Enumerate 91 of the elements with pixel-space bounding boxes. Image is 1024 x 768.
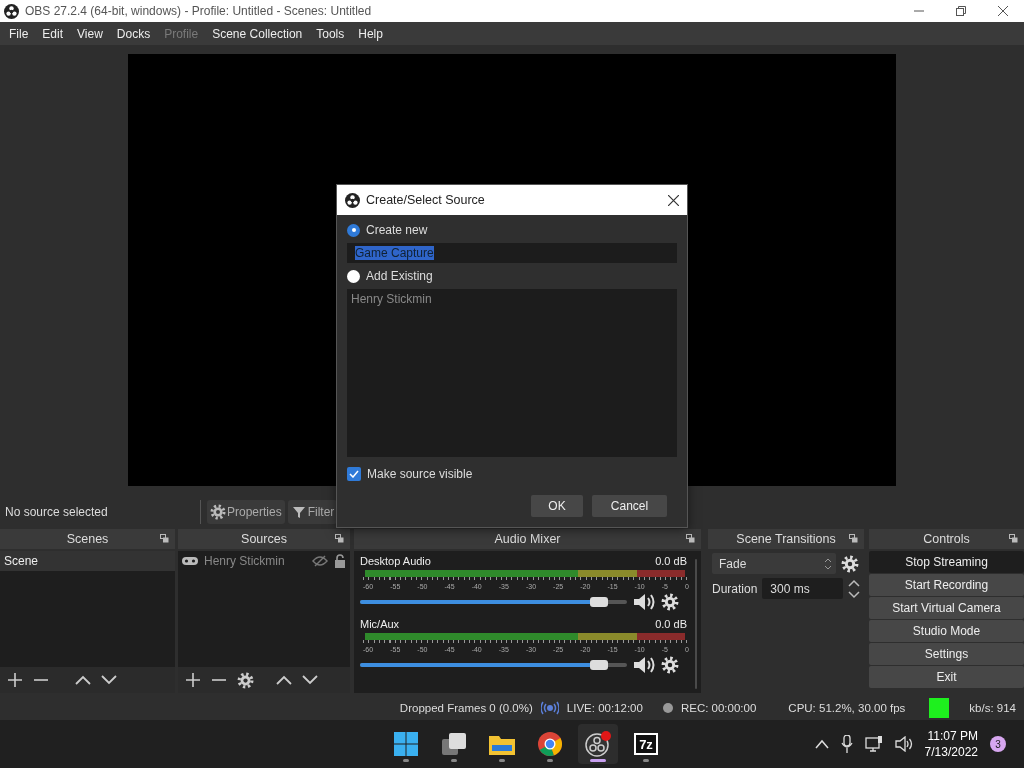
channel-name: Desktop Audio	[360, 555, 431, 567]
toolbar-button[interactable]: Filter	[287, 500, 338, 524]
folder-icon[interactable]	[489, 733, 515, 755]
control-button[interactable]: Start Virtual Camera	[869, 597, 1024, 619]
dialog-button[interactable]: OK	[531, 495, 583, 517]
selection-status: No source selected	[5, 505, 109, 519]
microphone-icon[interactable]	[840, 735, 853, 753]
browser-icon[interactable]	[538, 732, 562, 756]
channel-reading: 0.0 dB	[655, 555, 687, 567]
task-view-icon[interactable]	[442, 733, 466, 755]
scene-item[interactable]: Scene	[0, 551, 175, 571]
close-icon[interactable]	[998, 6, 1008, 16]
dock-title: Audio Mixer	[494, 532, 561, 546]
add-icon[interactable]	[185, 672, 201, 688]
app-logo-icon	[4, 3, 19, 19]
dock-title: Controls	[923, 532, 970, 546]
gear-icon	[210, 504, 226, 520]
cpu-fps: CPU: 51.2%, 30.00 fps	[788, 701, 906, 714]
source-item[interactable]: Henry Stickmin	[204, 554, 306, 568]
control-button[interactable]: Studio Mode	[869, 620, 1024, 642]
filter-icon	[290, 504, 307, 520]
dialog-button[interactable]: Cancel	[592, 495, 667, 517]
close-icon[interactable]	[668, 194, 679, 206]
broadcast-icon	[540, 700, 559, 715]
toolbar-button[interactable]: Properties	[207, 500, 285, 524]
menu-item[interactable]: Scene Collection	[205, 26, 310, 41]
scrollbar[interactable]	[695, 559, 697, 689]
volume-icon[interactable]	[894, 736, 913, 752]
radio-button[interactable]	[347, 269, 360, 283]
archiver-icon[interactable]: 7z	[634, 733, 658, 755]
gear-icon[interactable]	[661, 656, 679, 674]
control-button[interactable]: Settings	[869, 643, 1024, 665]
duration-field[interactable]: 300 ms	[762, 578, 843, 599]
control-button[interactable]: Stop Streaming	[869, 551, 1024, 573]
radio-label[interactable]: Create new	[366, 223, 428, 237]
dock-title: Scene Transitions	[736, 532, 836, 546]
start-icon[interactable]	[394, 732, 418, 756]
float-icon[interactable]	[686, 534, 695, 543]
app-logo-icon	[345, 192, 360, 208]
list-item[interactable]: Henry Stickmin	[351, 292, 673, 306]
network-icon[interactable]	[864, 736, 883, 752]
gear-icon[interactable]	[841, 554, 859, 573]
recording-app-icon[interactable]	[585, 731, 611, 757]
dropped-frames: Dropped Frames 0 (0.0%)	[399, 701, 533, 714]
speaker-icon[interactable]	[633, 593, 655, 611]
checkbox[interactable]	[347, 467, 361, 481]
channel-reading: 0.0 dB	[655, 618, 687, 630]
volume-slider[interactable]	[360, 663, 627, 667]
unlock-icon[interactable]	[334, 554, 346, 568]
menu-item[interactable]: Tools	[309, 26, 352, 41]
float-icon[interactable]	[160, 534, 169, 543]
spin-arrows-icon[interactable]	[848, 578, 860, 599]
menu-item[interactable]: Edit	[35, 26, 71, 41]
rec-time: REC: 00:00:00	[680, 701, 757, 714]
menu-item[interactable]: Docks	[109, 26, 158, 41]
notification-badge[interactable]: 3	[990, 736, 1006, 752]
live-time: LIVE: 00:12:00	[566, 701, 643, 714]
chevron-up-icon[interactable]	[814, 739, 829, 749]
radio-label[interactable]: Add Existing	[366, 269, 433, 283]
control-button[interactable]: Start Recording	[869, 574, 1024, 596]
control-button[interactable]: Exit	[869, 666, 1024, 688]
duration-label: Duration	[712, 581, 758, 596]
existing-sources-list[interactable]: Henry Stickmin	[347, 289, 677, 457]
updown-icon	[824, 556, 832, 571]
window-title: OBS 27.2.4 (64-bit, windows) - Profile: Untitled - Scenes: Untitled	[25, 4, 373, 18]
stream-health-icon	[929, 697, 950, 718]
dialog-title: Create/Select Source	[366, 193, 486, 207]
dock-title: Sources	[241, 532, 287, 546]
gamepad-icon	[182, 556, 198, 566]
eye-slash-icon[interactable]	[312, 555, 328, 567]
menu-item[interactable]: File	[2, 26, 36, 41]
menu-item[interactable]: View	[70, 26, 110, 41]
clock-time[interactable]: 11:07 PM	[927, 728, 978, 744]
float-icon[interactable]	[335, 534, 344, 543]
clock-date[interactable]: 7/13/2022	[924, 744, 978, 760]
transition-dropdown[interactable]: Fade	[712, 553, 836, 574]
restore-icon[interactable]	[956, 6, 966, 16]
bitrate: kb/s: 914	[969, 701, 1016, 714]
record-dot-icon	[662, 702, 673, 713]
radio-button[interactable]	[347, 223, 360, 237]
dock-title: Scenes	[66, 532, 109, 546]
add-icon[interactable]	[7, 672, 23, 688]
gear-icon[interactable]	[661, 593, 679, 611]
float-icon[interactable]	[1009, 534, 1018, 543]
checkbox-label[interactable]: Make source visible	[367, 467, 473, 481]
gear-icon[interactable]	[237, 671, 254, 689]
float-icon[interactable]	[849, 534, 858, 543]
menu-item[interactable]: Help	[351, 26, 390, 41]
channel-name: Mic/Aux	[360, 618, 400, 630]
volume-slider[interactable]	[360, 600, 627, 604]
speaker-icon[interactable]	[633, 656, 655, 674]
